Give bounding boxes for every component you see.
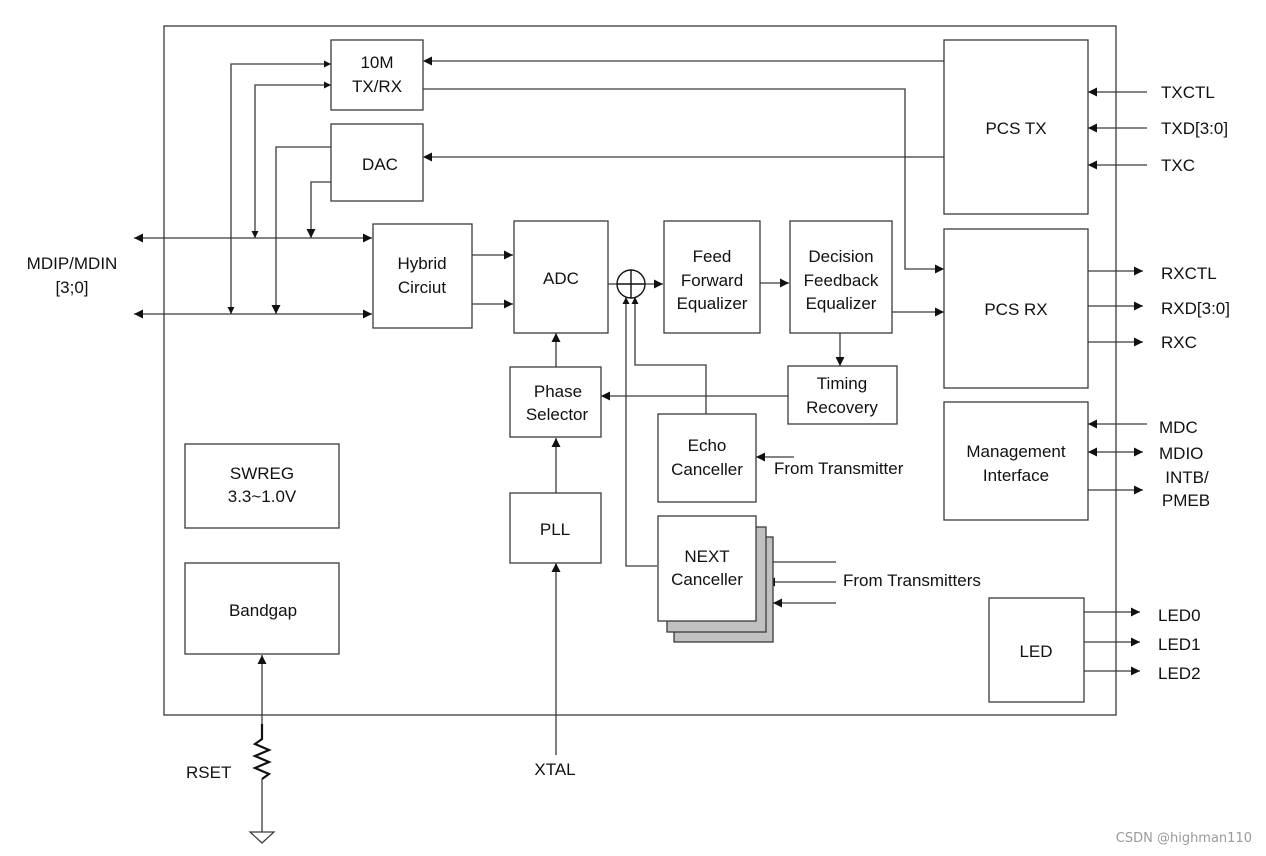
block-pcs-rx[interactable]: PCS RX <box>943 228 1089 389</box>
pin-led0: LED0 <box>1158 606 1201 625</box>
block-hybrid-circuit[interactable]: Hybrid Circiut <box>372 223 473 329</box>
label-pcs-rx: PCS RX <box>984 300 1047 319</box>
block-swreg[interactable]: SWREG 3.3~1.0V <box>184 443 340 529</box>
label-swreg: SWREG <box>230 464 294 483</box>
label-led: LED <box>1019 642 1052 661</box>
label-selector: Selector <box>526 405 589 424</box>
pin-rxctl: RXCTL <box>1161 264 1217 283</box>
block-bandgap[interactable]: Bandgap <box>184 562 340 655</box>
pin-txd: TXD[3:0] <box>1161 119 1228 138</box>
block-10m-txrx[interactable]: 10M TX/RX <box>330 39 424 111</box>
annotation-from-transmitters: From Transmitters <box>843 571 981 590</box>
label-pcs-tx: PCS TX <box>985 119 1046 138</box>
pin-rxc: RXC <box>1161 333 1197 352</box>
pin-mdc: MDC <box>1159 418 1198 437</box>
label-ffe-3: Equalizer <box>677 294 748 313</box>
pin-xtal: XTAL <box>534 760 575 779</box>
block-pll[interactable]: PLL <box>509 492 602 564</box>
label-management: Management <box>966 442 1066 461</box>
pin-intb: INTB/ <box>1165 468 1209 487</box>
block-decision-feedback-equalizer[interactable]: Decision Feedback Equalizer <box>789 220 893 334</box>
label-dac: DAC <box>362 155 398 174</box>
block-feed-forward-equalizer[interactable]: Feed Forward Equalizer <box>663 220 761 334</box>
pin-mdi-range: [3;0] <box>55 278 88 297</box>
pin-rset: RSET <box>186 763 231 782</box>
block-timing-recovery[interactable]: Timing Recovery <box>787 365 898 425</box>
summing-node <box>616 269 646 299</box>
label-adc: ADC <box>543 269 579 288</box>
block-pcs-tx[interactable]: PCS TX <box>943 39 1089 215</box>
label-10m: 10M <box>360 53 393 72</box>
block-phase-selector[interactable]: Phase Selector <box>509 366 602 438</box>
label-echo-canceller: Canceller <box>671 460 743 479</box>
block-echo-canceller[interactable]: Echo Canceller <box>657 413 757 503</box>
label-next: NEXT <box>684 547 729 566</box>
label-circuit: Circiut <box>398 278 446 297</box>
block-diagram: 10M TX/RX DAC Hybrid Circiut ADC Feed Fo… <box>27 25 1252 846</box>
block-management-interface[interactable]: Management Interface <box>943 401 1089 521</box>
label-hybrid: Hybrid <box>397 254 446 273</box>
pin-txc: TXC <box>1161 156 1195 175</box>
label-ffe-2: Forward <box>681 271 743 290</box>
label-next-canceller: Canceller <box>671 570 743 589</box>
label-dfe-2: Feedback <box>804 271 879 290</box>
pin-pmeb: PMEB <box>1162 491 1210 510</box>
label-recovery: Recovery <box>806 398 878 417</box>
resistor-icon <box>252 724 272 780</box>
pin-mdi: MDIP/MDIN <box>27 254 118 273</box>
label-timing: Timing <box>817 374 867 393</box>
pin-rxd: RXD[3:0] <box>1161 299 1230 318</box>
pin-led2: LED2 <box>1158 664 1201 683</box>
label-dfe-3: Equalizer <box>806 294 877 313</box>
annotation-from-transmitter: From Transmitter <box>774 459 904 478</box>
block-next-canceller-stack[interactable]: NEXT Canceller <box>657 515 774 643</box>
label-echo: Echo <box>688 436 727 455</box>
pin-txctl: TXCTL <box>1161 83 1215 102</box>
label-txrx: TX/RX <box>352 77 402 96</box>
pin-led1: LED1 <box>1158 635 1201 654</box>
label-swreg-voltage: 3.3~1.0V <box>228 487 297 506</box>
label-phase: Phase <box>534 382 582 401</box>
label-interface: Interface <box>983 466 1049 485</box>
pin-mdio: MDIO <box>1159 444 1203 463</box>
watermark: CSDN @highman110 <box>1116 831 1252 846</box>
ground-icon <box>248 831 276 844</box>
label-dfe-1: Decision <box>808 247 873 266</box>
label-pll: PLL <box>540 520 570 539</box>
label-bandgap: Bandgap <box>229 601 297 620</box>
block-dac[interactable]: DAC <box>330 123 424 202</box>
label-ffe-1: Feed <box>693 247 732 266</box>
block-led[interactable]: LED <box>988 597 1085 703</box>
block-adc[interactable]: ADC <box>513 220 609 334</box>
